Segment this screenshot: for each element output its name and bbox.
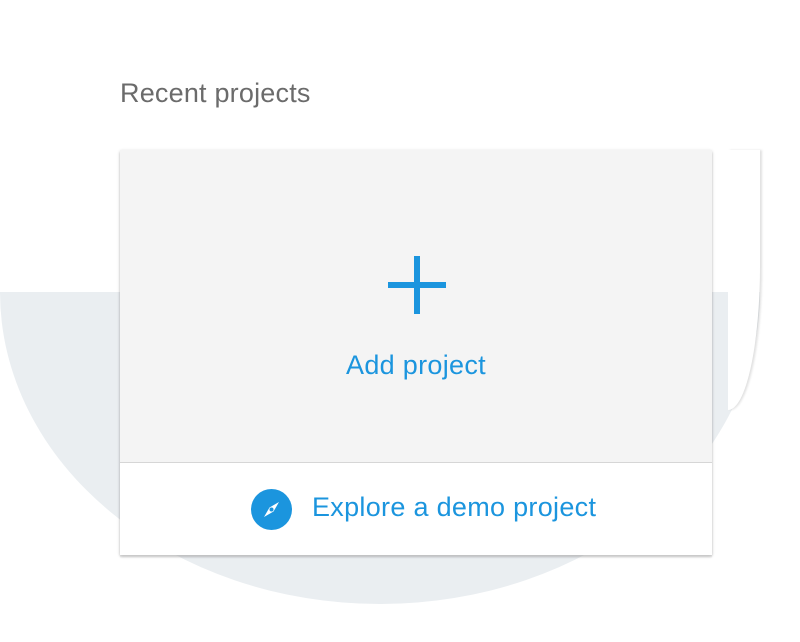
add-project-button[interactable]: Add project [120,150,712,463]
adjacent-card-edge [728,150,760,410]
add-project-card: Add project Explore a demo project [120,150,712,555]
explore-demo-project-label: Explore a demo project [312,492,597,522]
card-bottom-shadow [120,555,712,558]
section-title: Recent projects [120,78,311,108]
firebase-console-canvas: Recent projects Add project Explore a de… [0,0,800,642]
add-project-label: Add project [346,350,486,380]
compass-icon [251,489,292,530]
plus-icon [388,256,446,314]
explore-demo-project-button[interactable]: Explore a demo project [120,463,712,555]
